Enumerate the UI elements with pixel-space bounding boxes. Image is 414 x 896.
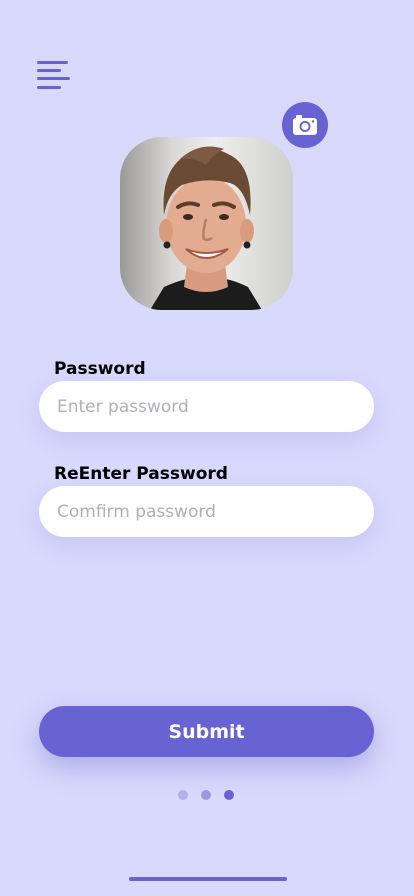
home-indicator[interactable] [129,877,287,881]
profile-photo [120,137,293,310]
confirm-password-input[interactable] [39,486,374,537]
password-label: Password [54,359,146,379]
page-dot-2[interactable] [201,790,211,800]
person-illustration [150,146,262,310]
page-indicator [178,790,238,800]
avatar [120,137,293,310]
change-photo-button[interactable] [282,102,328,148]
password-input[interactable] [39,381,374,432]
camera-icon [293,115,317,135]
signup-screen: Password ReEnter Password Submit [0,0,414,896]
reenter-password-label: ReEnter Password [54,464,228,484]
page-dot-3-active[interactable] [224,790,234,800]
hamburger-menu-icon[interactable] [37,59,71,93]
page-dot-1[interactable] [178,790,188,800]
submit-button[interactable]: Submit [39,706,374,757]
